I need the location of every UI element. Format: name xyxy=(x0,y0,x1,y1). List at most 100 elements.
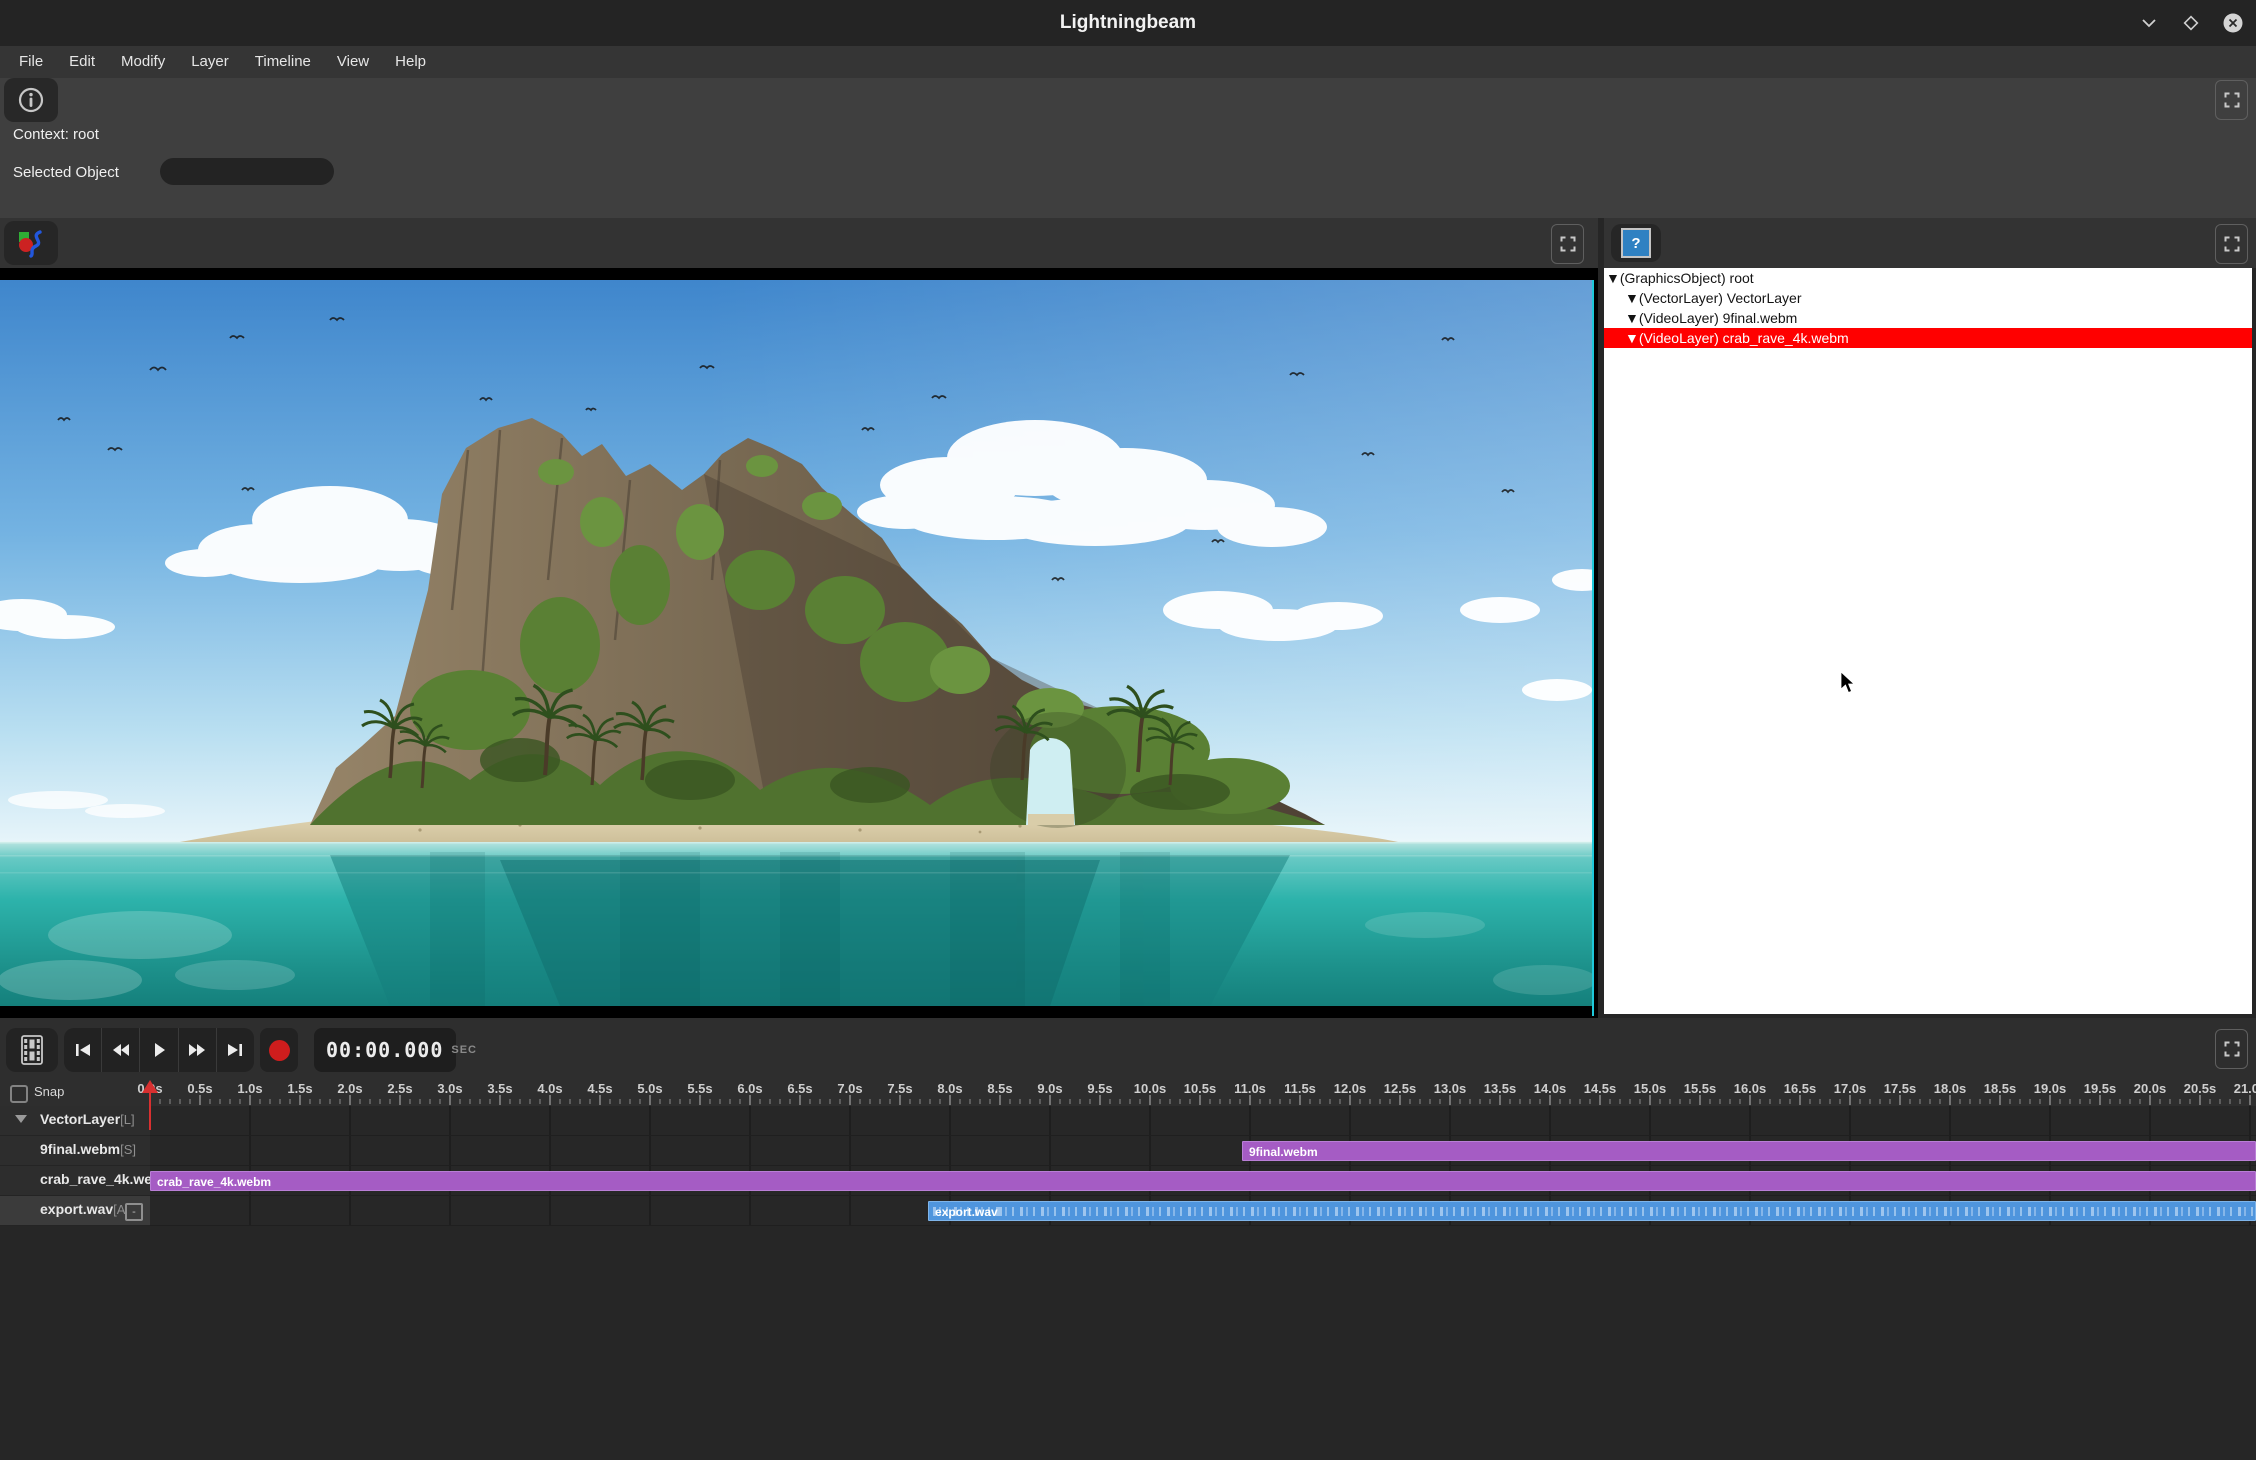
timeline-tracks: 9final.webm crab_rave_4k.webm export.wav V… xyxy=(0,1106,2256,1226)
menu-help[interactable]: Help xyxy=(382,46,439,78)
ruler-tick xyxy=(319,1099,321,1104)
track-VectorLayer[interactable]: VectorLayer[L] xyxy=(0,1106,150,1136)
record-button[interactable] xyxy=(260,1028,298,1072)
ruler-tick xyxy=(1849,1095,1851,1105)
ruler-label: 16.0s xyxy=(1734,1081,1767,1096)
ruler-label: 5.5s xyxy=(687,1081,712,1096)
ruler-tick xyxy=(1459,1099,1461,1104)
track-9final.webm[interactable]: 9final.webm[S] xyxy=(0,1136,150,1166)
timeline-panel: 00:00.000 SEC Snap 0.0s0.5s1.0s1.5s2.0s2… xyxy=(0,1018,2256,1460)
info-tab-button[interactable] xyxy=(4,78,58,122)
shapes-tab-button[interactable] xyxy=(4,221,58,265)
skip-to-start-button[interactable] xyxy=(64,1028,102,1072)
ruler-tick xyxy=(1679,1099,1681,1104)
scene-tree-tab-button[interactable]: ? xyxy=(1611,224,1661,262)
clip-crab_rave_4k.webm[interactable]: crab_rave_4k.webm xyxy=(150,1171,2256,1191)
timeline-expand-button[interactable] xyxy=(2215,1029,2248,1069)
inspector-panel: Context: root Selected Object xyxy=(0,78,2256,218)
play-button[interactable] xyxy=(140,1028,178,1072)
menu-modify[interactable]: Modify xyxy=(108,46,178,78)
ruler-tick xyxy=(179,1099,181,1104)
ruler-tick xyxy=(1059,1099,1061,1104)
scene-tree-expand-button[interactable] xyxy=(2215,224,2248,264)
clip-export.wav[interactable]: export.wav xyxy=(928,1201,2256,1221)
lane-gridline xyxy=(549,1106,551,1226)
ruler-tick xyxy=(1419,1099,1421,1104)
ruler-tick xyxy=(2169,1099,2171,1104)
ruler-label: 19.0s xyxy=(2034,1081,2067,1096)
ruler-tick xyxy=(2179,1099,2181,1104)
ruler-tick xyxy=(549,1095,551,1105)
timeline-ruler[interactable]: Snap 0.0s0.5s1.0s1.5s2.0s2.5s3.0s3.5s4.0… xyxy=(0,1078,2256,1106)
track-expander-icon[interactable] xyxy=(15,1115,27,1123)
ruler-tick xyxy=(259,1099,261,1104)
track-export.wav[interactable]: export.wav[A]- xyxy=(0,1196,150,1226)
time-value: 00:00.000 xyxy=(326,1038,443,1062)
ruler-tick xyxy=(989,1099,991,1104)
ruler-tick xyxy=(1389,1099,1391,1104)
preview-expand-button[interactable] xyxy=(1551,224,1584,264)
ruler-tick xyxy=(1369,1099,1371,1104)
tree-item-2[interactable]: ▼(VideoLayer) 9final.webm xyxy=(1604,308,2252,328)
ruler-tick xyxy=(349,1095,351,1105)
ruler-label: 7.0s xyxy=(837,1081,862,1096)
close-button[interactable] xyxy=(2222,12,2244,34)
ruler-tick xyxy=(1179,1099,1181,1104)
ruler-label: 2.0s xyxy=(337,1081,362,1096)
ruler-label: 20.0s xyxy=(2134,1081,2167,1096)
ruler-tick xyxy=(499,1095,501,1105)
menu-view[interactable]: View xyxy=(324,46,382,78)
ruler-tick xyxy=(1049,1095,1051,1105)
tree-item-3[interactable]: ▼(VideoLayer) crab_rave_4k.webm xyxy=(1604,328,2252,348)
transport-controls xyxy=(64,1028,254,1072)
fast-forward-button[interactable] xyxy=(179,1028,217,1072)
maximize-button[interactable] xyxy=(2180,12,2202,34)
stage-canvas[interactable] xyxy=(0,268,1598,1018)
ruler-tick xyxy=(1429,1099,1431,1104)
ruler-label: 11.5s xyxy=(1284,1081,1316,1096)
menu-file[interactable]: File xyxy=(6,46,56,78)
clip-label: export.wav xyxy=(935,1205,998,1219)
ruler-label: 20.5s xyxy=(2184,1081,2217,1096)
ruler-tick xyxy=(1759,1099,1761,1104)
menu-layer[interactable]: Layer xyxy=(178,46,242,78)
scene-tree-header: ? xyxy=(1604,218,2256,268)
ruler-tick xyxy=(1399,1095,1401,1105)
tree-item-1[interactable]: ▼(VectorLayer) VectorLayer xyxy=(1604,288,2252,308)
rewind-button[interactable] xyxy=(102,1028,140,1072)
track-audio-toggle[interactable]: - xyxy=(125,1203,143,1221)
timeline-tab-button[interactable] xyxy=(6,1028,58,1072)
ruler-tick xyxy=(1039,1099,1041,1104)
ruler-tick xyxy=(1499,1095,1501,1105)
track-crab_rave_4k.webm[interactable]: crab_rave_4k.webm[S] xyxy=(0,1166,150,1196)
tree-item-0[interactable]: ▼(GraphicsObject) root xyxy=(1604,268,2252,288)
ruler-label: 10.5s xyxy=(1184,1081,1217,1096)
ruler-tick xyxy=(1449,1095,1451,1105)
ruler-tick xyxy=(229,1099,231,1104)
ruler-tick xyxy=(949,1095,951,1105)
ruler-tick xyxy=(369,1099,371,1104)
ruler-tick xyxy=(1729,1099,1731,1104)
menu-timeline[interactable]: Timeline xyxy=(242,46,324,78)
ruler-tick xyxy=(1779,1099,1781,1104)
clip-9final.webm[interactable]: 9final.webm xyxy=(1242,1141,2256,1161)
snap-checkbox[interactable] xyxy=(10,1085,28,1103)
video-frame-island xyxy=(0,280,1594,1006)
ruler-label: 13.0s xyxy=(1434,1081,1467,1096)
fullscreen-icon xyxy=(2224,1041,2240,1057)
lane-gridline xyxy=(849,1106,851,1226)
ruler-tick xyxy=(1579,1099,1581,1104)
minimize-button[interactable] xyxy=(2138,12,2160,34)
selected-object-input[interactable] xyxy=(160,158,334,185)
ruler-tick xyxy=(269,1099,271,1104)
ruler-label: 3.5s xyxy=(487,1081,512,1096)
ruler-tick xyxy=(219,1099,221,1104)
skip-to-end-button[interactable] xyxy=(217,1028,254,1072)
ruler-tick xyxy=(459,1099,461,1104)
ruler-tick xyxy=(1239,1099,1241,1104)
inspector-expand-button[interactable] xyxy=(2215,80,2248,120)
fullscreen-icon xyxy=(1560,236,1576,252)
ruler-tick xyxy=(1229,1099,1231,1104)
film-strip-icon xyxy=(20,1035,44,1065)
menu-edit[interactable]: Edit xyxy=(56,46,108,78)
